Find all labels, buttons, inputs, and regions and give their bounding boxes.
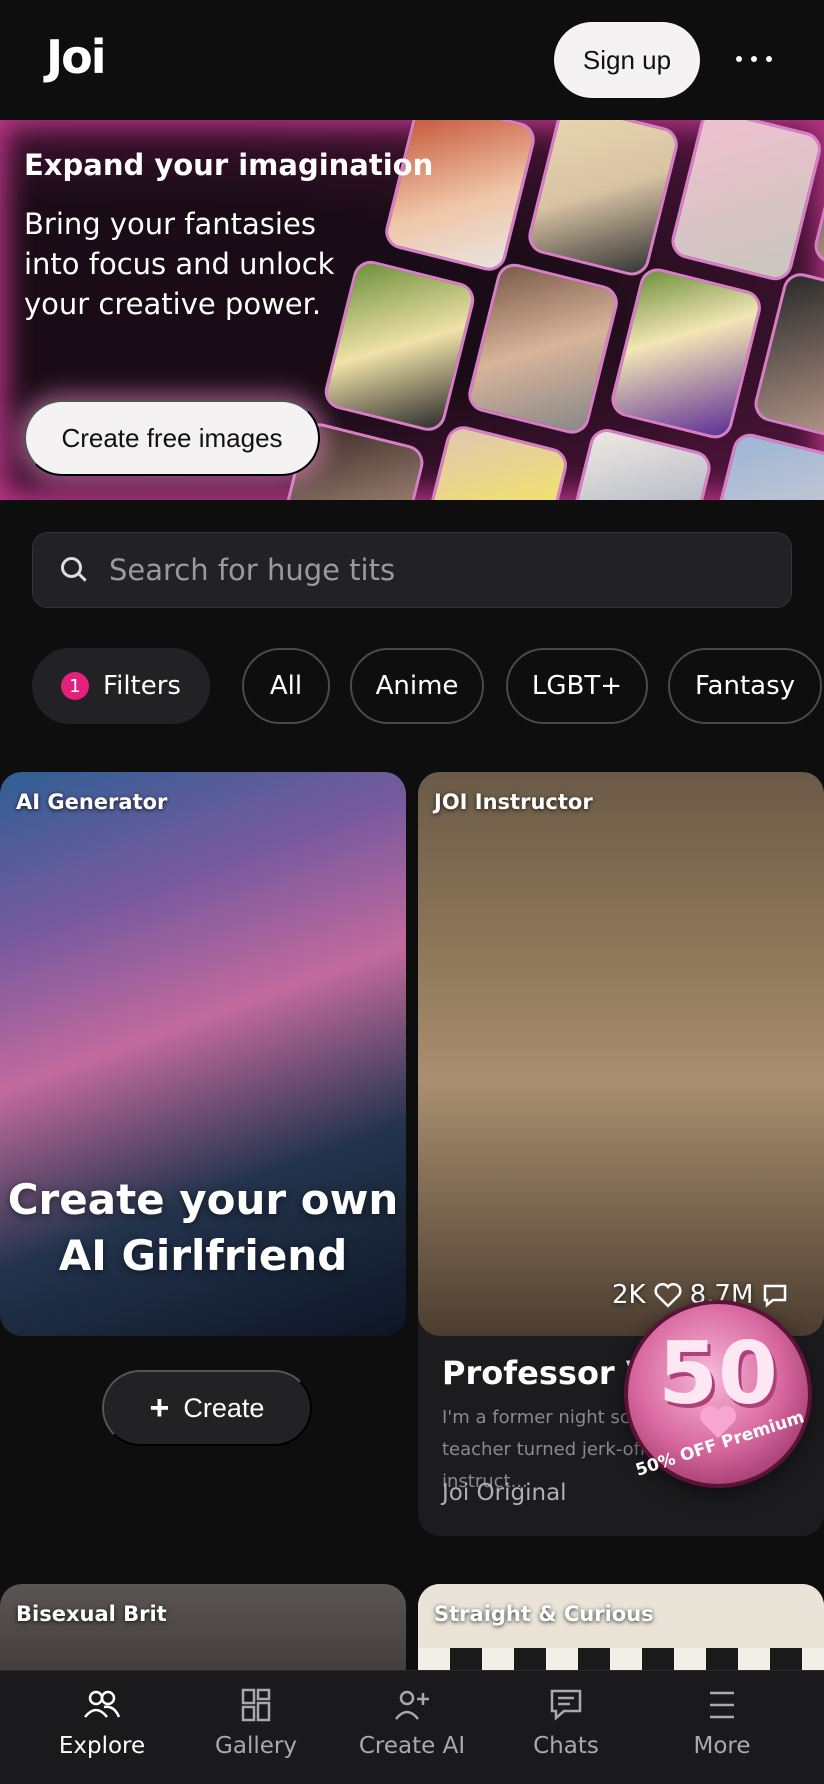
ai-generator-card[interactable]: AI Generator Create your own AI Girlfrie… [0,772,406,1336]
nav-label: More [693,1733,751,1759]
nav-explore[interactable]: Explore [22,1671,182,1784]
filters-label: Filters [103,671,181,701]
chip-anime[interactable]: Anime [350,648,484,724]
character-image[interactable]: JOI Instructor [418,772,824,1336]
search-input[interactable]: Search for huge tits [32,532,792,608]
nav-label: Explore [58,1733,146,1759]
nav-chats[interactable]: Chats [486,1671,646,1784]
chat-bubble-icon [550,1689,582,1721]
card-tag: Straight & Curious [434,1602,654,1626]
gallery-grid-icon [241,1688,271,1722]
create-label: Create [183,1392,265,1423]
filters-chip[interactable]: 1 Filters [32,648,210,724]
search-icon [61,557,87,583]
nav-gallery[interactable]: Gallery [176,1671,336,1784]
hero-subtitle: Bring your fantasies into focus and unlo… [24,207,335,321]
explore-people-icon [84,1690,121,1718]
chip-all[interactable]: All [242,648,330,724]
likes-count: 2K [612,1280,646,1310]
bottom-nav: Explore Gallery Create AI Chats More [0,1670,824,1784]
sign-up-button[interactable]: Sign up [554,22,700,98]
heart-icon [654,1282,682,1308]
card-tag: AI Generator [16,790,168,814]
generator-title: Create your own AI Girlfriend [7,1175,399,1280]
filter-count-badge: 1 [61,672,90,700]
card-tag: Bisexual Brit [16,1602,167,1626]
nav-label: Chats [533,1733,599,1759]
chip-lgbt[interactable]: LGBT+ [506,648,648,724]
search-placeholder: Search for huge tits [109,553,396,587]
hero-banner[interactable]: Expand your imagination Bring your fanta… [0,120,824,500]
menu-lines-icon [710,1691,734,1719]
create-ai-icon [395,1690,429,1720]
more-dots-icon[interactable] [736,44,772,74]
create-button[interactable]: + Create [102,1370,312,1446]
card-tag: JOI Instructor [434,790,593,814]
nav-label: Gallery [215,1733,297,1759]
chat-bubble-icon [764,1284,787,1308]
premium-discount-badge[interactable]: 50 50% OFF Premium [624,1300,812,1488]
plus-icon: + [149,1388,170,1427]
create-free-images-button[interactable]: Create free images [24,400,320,476]
joi-logo[interactable]: Joi [46,30,106,84]
top-bar: Joi Sign up [0,0,824,120]
nav-create-ai[interactable]: Create AI [332,1671,492,1784]
character-source: Joi Original [442,1480,567,1506]
nav-label: Create AI [358,1733,466,1759]
hero-title: Expand your imagination [24,148,434,182]
nav-more[interactable]: More [642,1671,802,1784]
chip-fantasy[interactable]: Fantasy [668,648,822,724]
